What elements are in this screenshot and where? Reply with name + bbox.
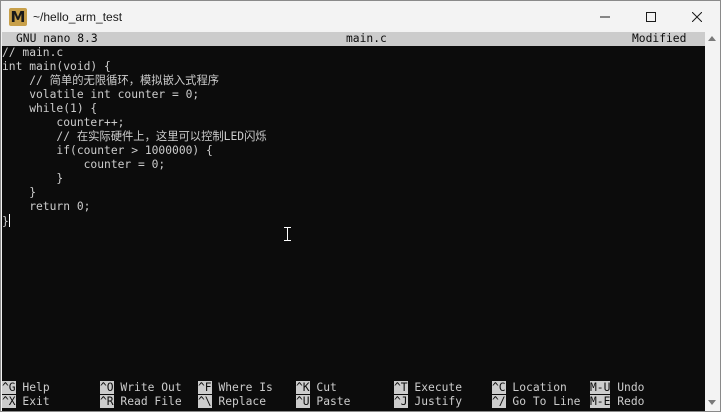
- code-line-text: }: [2, 215, 9, 228]
- shortcut-write-out[interactable]: ^O Write Out: [100, 381, 182, 395]
- maximize-icon: [646, 11, 656, 22]
- terminal-area[interactable]: GNU nano 8.3 main.c Modified // main.c i…: [2, 32, 706, 411]
- shortcut-label: Help: [22, 381, 50, 394]
- shortcut-label: Write Out: [120, 381, 182, 394]
- shortcut-bar: ^G Help ^X Exit ^O Write Out ^R Read Fil…: [2, 381, 706, 409]
- shortcut-read-file[interactable]: ^R Read File: [100, 395, 182, 409]
- title-bar[interactable]: M ~/hello_arm_test: [1, 1, 720, 32]
- code-line: counter++;: [2, 116, 125, 129]
- code-line: }: [2, 214, 706, 228]
- shortcut-undo[interactable]: M-U Undo: [590, 381, 644, 395]
- mouse-ibeam-cursor-icon: [284, 227, 291, 241]
- shortcut-help[interactable]: ^G Help: [2, 381, 50, 395]
- shortcut-label: Read File: [120, 395, 182, 408]
- shortcut-label: Redo: [617, 395, 645, 408]
- text-cursor: [8, 214, 10, 227]
- shortcut-label: Paste: [316, 395, 351, 408]
- shortcut-key: M-E: [590, 395, 611, 408]
- code-line: int main(void) {: [2, 60, 111, 73]
- nano-filename: main.c: [346, 32, 387, 45]
- close-button[interactable]: [674, 1, 720, 32]
- nano-status: Modified: [632, 32, 687, 45]
- shortcut-key: ^K: [296, 381, 310, 394]
- shortcut-key: ^/: [492, 395, 506, 408]
- shortcut-key: M-U: [590, 381, 611, 394]
- shortcut-key: ^T: [394, 381, 408, 394]
- window-title: ~/hello_arm_test: [33, 9, 123, 24]
- vertical-scrollbar[interactable]: [705, 32, 719, 411]
- app-icon: M: [9, 7, 27, 26]
- nano-version: GNU nano 8.3: [16, 32, 98, 45]
- shortcut-key: ^\: [198, 395, 212, 408]
- shortcut-key: ^R: [100, 395, 114, 408]
- shortcut-justify[interactable]: ^J Justify: [394, 395, 462, 409]
- shortcut-exit[interactable]: ^X Exit: [2, 395, 50, 409]
- code-line: // 简单的无限循环，模拟嵌入式程序: [2, 74, 220, 87]
- window-controls: [582, 1, 720, 32]
- close-icon: [692, 11, 702, 22]
- scroll-down-icon[interactable]: [708, 400, 716, 405]
- shortcut-key: ^C: [492, 381, 506, 394]
- shortcut-label: Go To Line: [512, 395, 581, 408]
- scroll-up-icon[interactable]: [708, 36, 716, 41]
- shortcut-label: Location: [512, 381, 567, 394]
- shortcut-key: ^F: [198, 381, 212, 394]
- code-line: }: [2, 172, 64, 185]
- code-line: // 在实际硬件上，这里可以控制LED闪烁: [2, 130, 267, 143]
- shortcut-label: Replace: [218, 395, 267, 408]
- shortcut-key: ^U: [296, 395, 310, 408]
- shortcut-replace[interactable]: ^\ Replace: [198, 395, 266, 409]
- code-line: // main.c: [2, 46, 64, 59]
- shortcut-key: ^O: [100, 381, 114, 394]
- shortcut-redo[interactable]: M-E Redo: [590, 395, 644, 409]
- shortcut-label: Cut: [316, 381, 337, 394]
- nano-header: GNU nano 8.3 main.c Modified: [2, 32, 706, 46]
- code-line: counter = 0;: [2, 158, 166, 171]
- shortcut-key: ^J: [394, 395, 408, 408]
- shortcut-go-to-line[interactable]: ^/ Go To Line: [492, 395, 580, 409]
- shortcut-paste[interactable]: ^U Paste: [296, 395, 350, 409]
- shortcut-label: Exit: [22, 395, 50, 408]
- shortcut-key: ^G: [2, 381, 16, 394]
- shortcut-label: Justify: [414, 395, 463, 408]
- shortcut-location[interactable]: ^C Location: [492, 381, 567, 395]
- code-line: volatile int counter = 0;: [2, 88, 200, 101]
- minimize-icon: [600, 16, 610, 17]
- code-line: }: [2, 186, 37, 199]
- shortcut-label: Undo: [617, 381, 645, 394]
- shortcut-label: Execute: [414, 381, 463, 394]
- shortcut-where-is[interactable]: ^F Where Is: [198, 381, 273, 395]
- shortcut-cut[interactable]: ^K Cut: [296, 381, 337, 395]
- minimize-button[interactable]: [582, 1, 628, 32]
- shortcut-key: ^X: [2, 395, 16, 408]
- terminal-window: M ~/hello_arm_test GNU nano 8.3 main.c M…: [0, 0, 721, 412]
- code-line: while(1) {: [2, 102, 98, 115]
- maximize-button[interactable]: [628, 1, 674, 32]
- editor-buffer[interactable]: // main.c int main(void) { // 简单的无限循环，模拟…: [2, 46, 706, 228]
- code-line: return 0;: [2, 200, 91, 213]
- code-line: if(counter > 1000000) {: [2, 144, 213, 157]
- shortcut-execute[interactable]: ^T Execute: [394, 381, 462, 395]
- shortcut-label: Where Is: [218, 381, 273, 394]
